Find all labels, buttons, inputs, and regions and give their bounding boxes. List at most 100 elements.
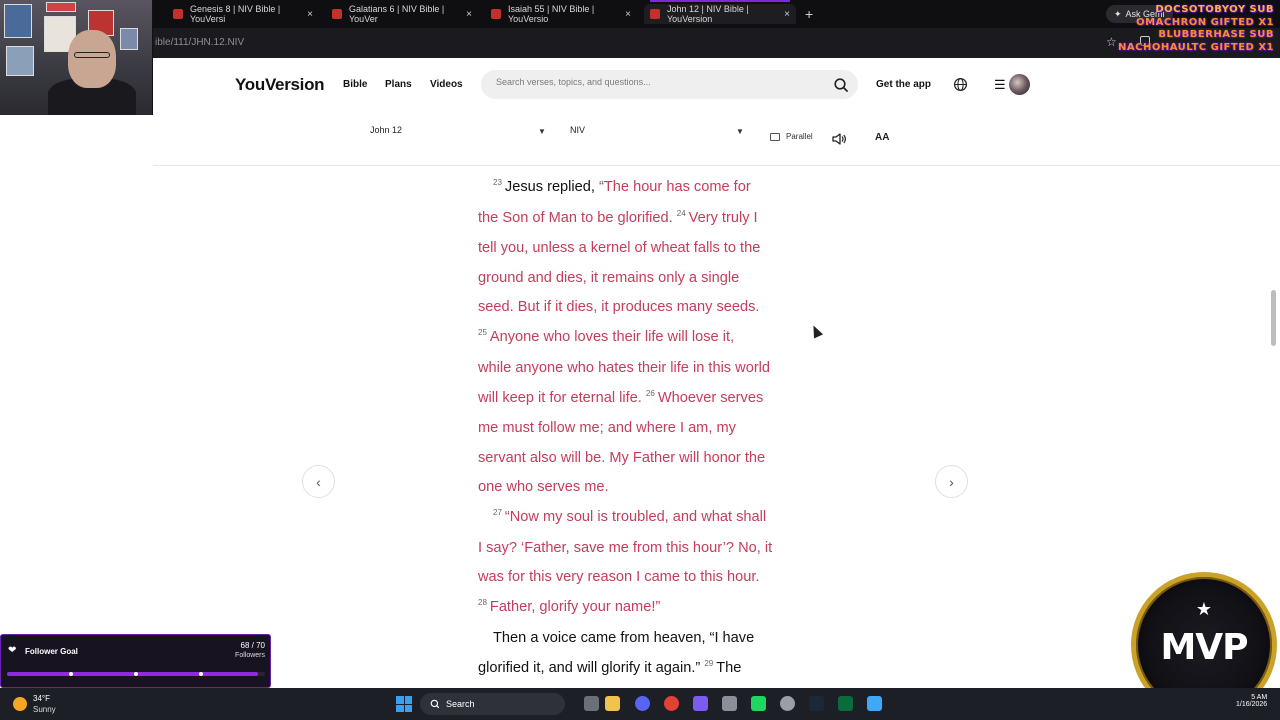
sun-icon[interactable]	[13, 697, 27, 711]
caret-down-icon: ▼	[538, 127, 546, 136]
taskbar-search-label: Search	[446, 699, 475, 709]
verse-line: servant also will be. My Father will hon…	[478, 450, 766, 466]
close-tab-icon[interactable]: ×	[307, 9, 313, 20]
nav-bible[interactable]: Bible	[343, 79, 367, 90]
webcam-overlay	[0, 0, 153, 115]
verse-line: 25 Anyone who loves their life will lose …	[478, 328, 734, 345]
browser-tab-active[interactable]: John 12 | NIV Bible | YouVersion ×	[644, 0, 796, 24]
chrome-icon[interactable]	[664, 696, 679, 711]
follower-goal-title: Follower Goal	[25, 647, 78, 656]
browser-tab[interactable]: Galatians 6 | NIV Bible | YouVer ×	[326, 4, 478, 24]
alert-line: OMACHRON GIFTED X1	[1136, 16, 1274, 28]
wall-poster	[4, 4, 32, 38]
youversion-logo[interactable]: YouVersion	[235, 75, 325, 95]
browser-tab-bar: Genesis 8 | NIV Bible | YouVersi × Galat…	[0, 0, 1280, 28]
alert-line: BLUBBERHASE SUB	[1158, 29, 1274, 40]
verse-number: 26	[645, 389, 655, 398]
verse-line: will keep it for eternal life. 26 Whoever…	[478, 389, 763, 406]
taskbar-search[interactable]: Search	[420, 693, 565, 715]
browser-tab[interactable]: Isaiah 55 | NIV Bible | YouVersio ×	[485, 4, 637, 24]
book-chapter-selector[interactable]: John 12 ▼	[370, 125, 548, 141]
steam-icon[interactable]	[809, 696, 824, 711]
youversion-favicon-icon	[491, 9, 501, 19]
verse-line: glorified it, and will glorify it again.…	[478, 659, 741, 676]
windows-start-icon[interactable]	[396, 696, 412, 712]
font-size-button[interactable]: AA	[875, 132, 889, 143]
terminal-icon[interactable]	[838, 696, 853, 711]
tab-title: Genesis 8 | NIV Bible | YouVersi	[190, 4, 281, 24]
wall-poster	[46, 2, 76, 12]
verse-line: the Son of Man to be glorified. 24 Very t…	[478, 209, 758, 226]
words-of-jesus: “Now my soul is troubled, and what shall	[504, 509, 767, 525]
task-view-icon[interactable]	[584, 696, 599, 711]
version-selector[interactable]: NIV ▼	[570, 125, 748, 141]
progress-milestone	[199, 672, 203, 676]
close-tab-icon[interactable]: ×	[784, 9, 790, 20]
verse-number: 28	[478, 598, 487, 607]
discord-icon[interactable]	[635, 696, 650, 711]
follower-count: 68 / 70	[240, 641, 265, 650]
get-the-app-link[interactable]: Get the app	[876, 79, 931, 90]
verse-text: glorified it, and will glorify it again.…	[478, 660, 705, 676]
tab-title: John 12 | NIV Bible | YouVersion	[667, 4, 749, 24]
system-clock[interactable]: 5 AM 1/16/2026	[1236, 694, 1267, 708]
next-chapter-button[interactable]: ›	[935, 465, 968, 498]
search-input[interactable]	[496, 77, 816, 87]
hamburger-menu-icon[interactable]: ☰	[994, 77, 1006, 93]
book-chapter-value: John 12	[370, 125, 403, 135]
windows-taskbar: 34°F Sunny Search 5 AM 1/16/2026	[0, 688, 1280, 720]
follower-progress-fill	[7, 672, 258, 676]
weather-condition: Sunny	[33, 705, 56, 714]
words-of-jesus: “The hour has come for	[599, 179, 751, 195]
verse-text: Jesus replied,	[504, 179, 600, 195]
verse-text: The	[716, 660, 742, 676]
progress-milestone	[134, 672, 138, 676]
youversion-favicon-icon	[173, 9, 183, 19]
alert-line: NACHOHAULTC GIFTED X1	[1118, 41, 1274, 53]
close-tab-icon[interactable]: ×	[625, 9, 631, 20]
file-explorer-icon[interactable]	[605, 696, 620, 711]
follower-label: Followers	[235, 652, 265, 659]
url-field[interactable]: ible/111/JHN.12.NIV	[155, 37, 244, 48]
caret-down-icon: ▼	[736, 127, 744, 136]
alert-line: DOCSOTOBYOY SUB	[1155, 4, 1274, 15]
close-tab-icon[interactable]: ×	[466, 9, 472, 20]
verse-line: ground and dies, it remains only a singl…	[478, 270, 740, 286]
app-icon[interactable]	[751, 696, 766, 711]
settings-icon[interactable]	[780, 696, 795, 711]
verse-number: 24	[676, 209, 686, 218]
globe-icon[interactable]	[953, 77, 968, 92]
verse-number: 27	[493, 508, 502, 517]
app-grid-icon[interactable]	[693, 696, 708, 711]
verse-number: 23	[493, 178, 502, 187]
person-glasses	[74, 52, 110, 58]
version-value: NIV	[570, 125, 586, 135]
previous-chapter-button[interactable]: ‹	[302, 465, 335, 498]
mouse-cursor-icon	[808, 323, 824, 339]
search-icon[interactable]	[833, 77, 849, 93]
page-scrollbar[interactable]	[1271, 290, 1276, 346]
browser-tab[interactable]: Genesis 8 | NIV Bible | YouVersi ×	[167, 4, 319, 24]
app-icon[interactable]	[722, 696, 737, 711]
new-tab-button[interactable]: +	[805, 6, 813, 22]
verse-line: was for this very reason I came to this …	[478, 569, 760, 585]
nav-videos[interactable]: Videos	[430, 79, 463, 90]
words-of-jesus: the Son of Man to be glorified.	[478, 210, 677, 226]
verse-line: tell you, unless a kernel of wheat falls…	[478, 240, 761, 256]
follower-goal-widget: ❤ Follower Goal 68 / 70 Followers	[0, 634, 271, 688]
verse-line: Then a voice came from heaven, “I have	[493, 630, 755, 646]
notepad-icon[interactable]	[867, 696, 882, 711]
verse-line: 27 “Now my soul is troubled, and what sha…	[493, 508, 766, 525]
stream-alerts: DOCSOTOBYOY SUB OMACHRON GIFTED X1 BLUBB…	[1118, 4, 1274, 54]
verse-line: me must follow me; and where I am, my	[478, 420, 736, 436]
nav-plans[interactable]: Plans	[385, 79, 412, 90]
verse-line: 23 Jesus replied, “The hour has come for	[493, 178, 751, 195]
audio-speaker-icon[interactable]	[831, 131, 847, 147]
words-of-jesus: Whoever serves	[657, 390, 764, 406]
verse-number: 29	[704, 659, 714, 668]
words-of-jesus: Very truly I	[688, 210, 758, 226]
user-avatar[interactable]	[1009, 74, 1030, 95]
parallel-button[interactable]: Parallel	[770, 132, 813, 141]
bookmark-star-icon[interactable]: ☆	[1106, 35, 1117, 49]
words-of-jesus: will keep it for eternal life.	[478, 390, 646, 406]
